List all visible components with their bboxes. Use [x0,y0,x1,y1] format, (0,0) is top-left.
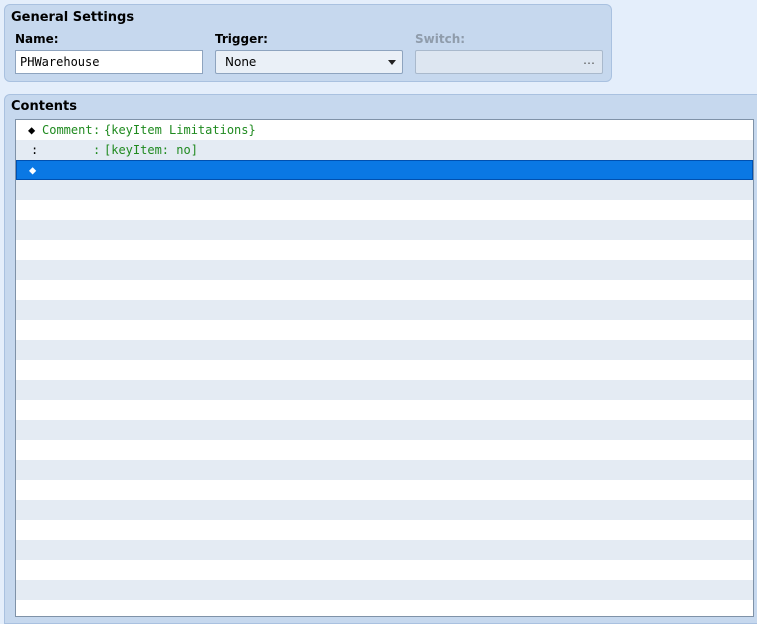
trigger-selected-value: None [225,55,257,69]
contents-title: Contents [11,99,77,114]
switch-label: Switch: [415,32,466,46]
general-settings-title: General Settings [11,10,135,25]
command-separator: : [93,143,101,157]
event-command-list[interactable]: ◆ Comment : {keyItem Limitations} : : [k… [15,119,754,617]
contents-panel: Contents ◆ Comment : {keyItem Limitation… [4,94,757,624]
trigger-select[interactable]: None [215,50,403,74]
switch-field: … [415,50,603,74]
name-label: Name: [15,32,59,46]
trigger-label: Trigger: [215,32,268,46]
command-name: Comment [42,123,93,137]
diamond-icon: ◆ [29,163,37,177]
continuation-marker: : [31,143,39,157]
diamond-icon: ◆ [28,123,36,137]
general-settings-panel: General Settings Name: PHWarehouse Trigg… [4,4,612,82]
command-separator: : [93,123,101,137]
list-item[interactable]: ◆ Comment : {keyItem Limitations} [16,120,753,140]
command-text: [keyItem: no] [104,143,198,157]
list-item-selected[interactable]: ◆ [16,160,753,180]
command-text: {keyItem Limitations} [104,123,256,137]
list-item[interactable]: : : [keyItem: no] [16,140,753,160]
ellipsis-button[interactable]: … [583,53,595,67]
chevron-down-icon [388,60,396,65]
name-input[interactable]: PHWarehouse [15,50,203,74]
